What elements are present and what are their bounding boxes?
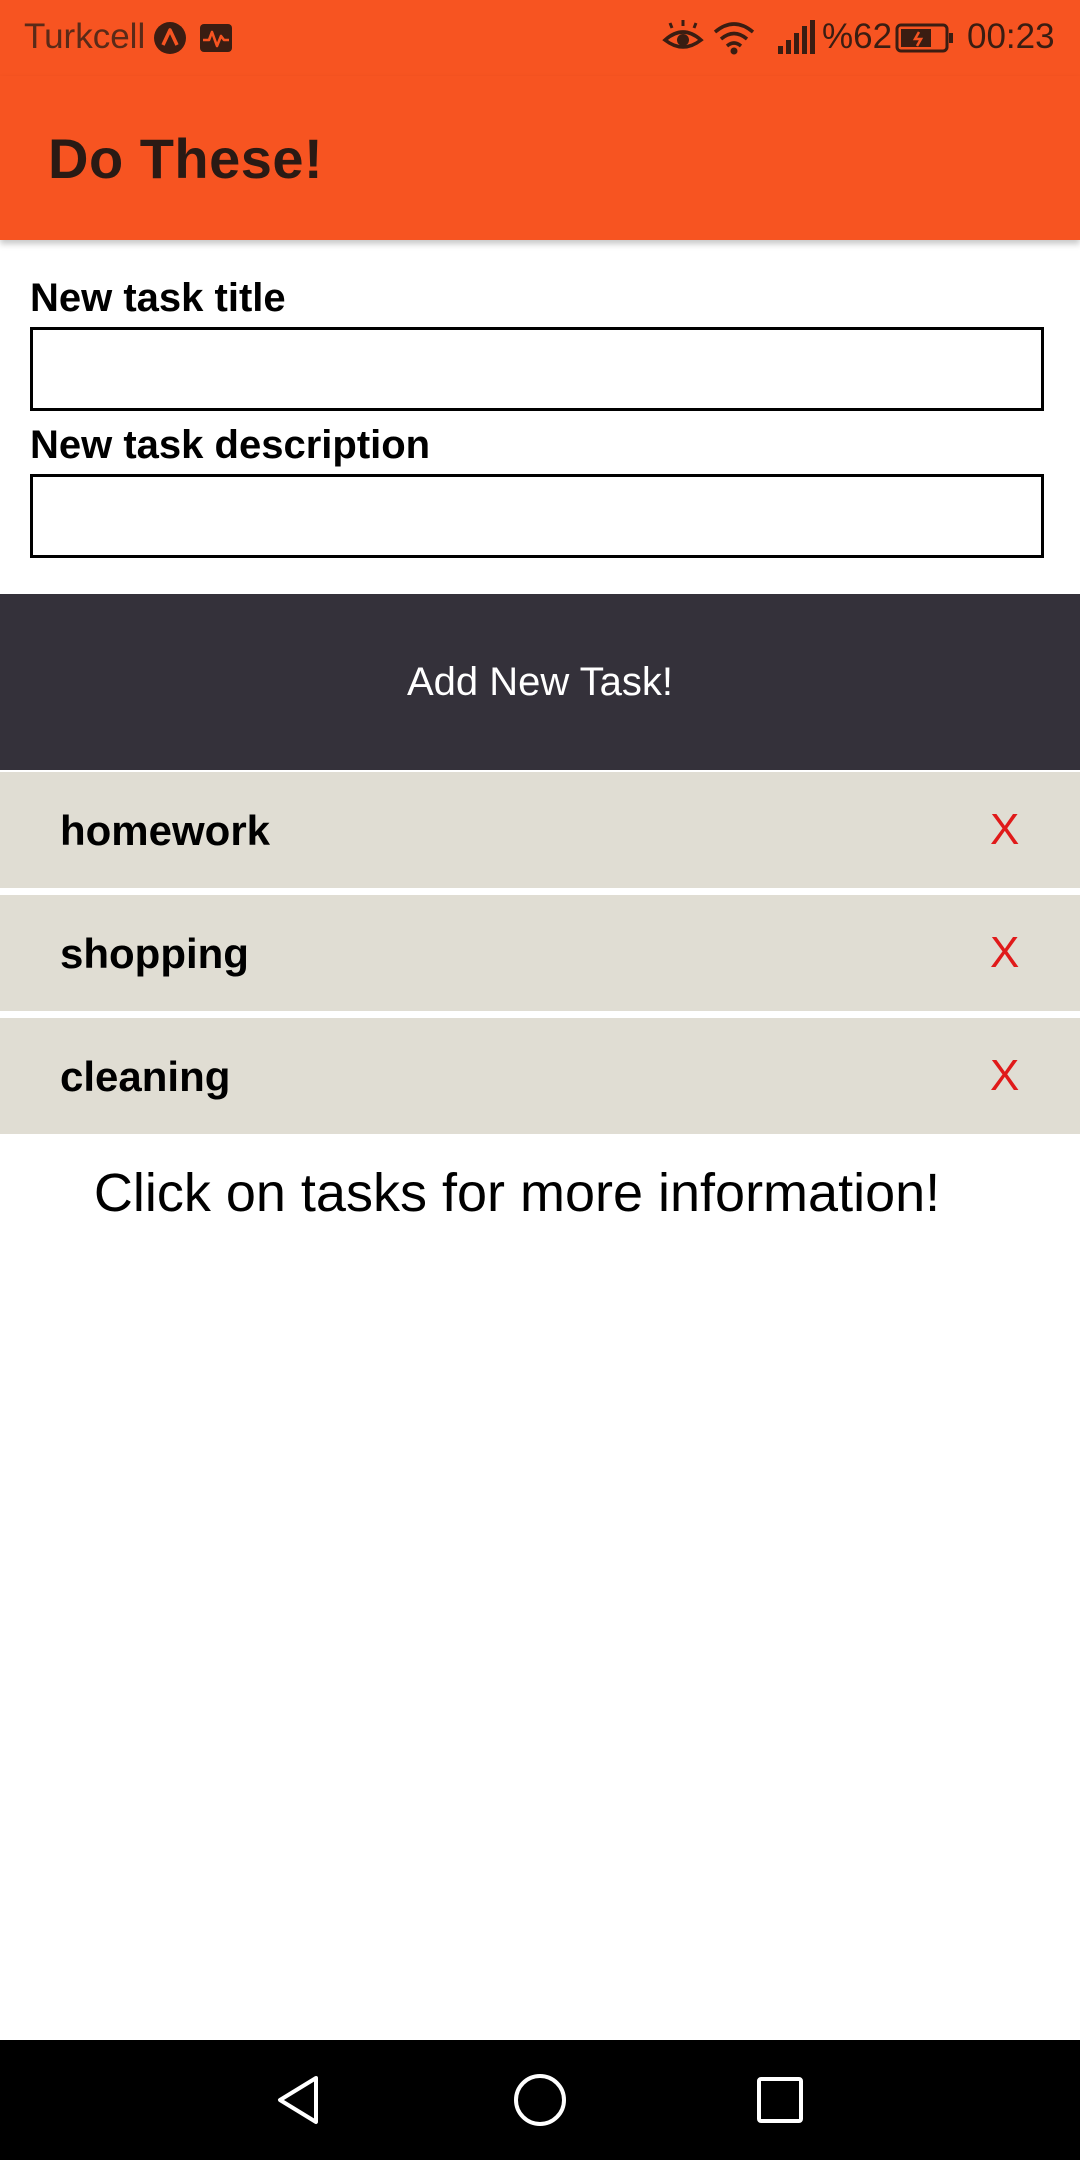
- recents-icon[interactable]: [750, 2070, 810, 2130]
- status-bar: Turkcell %62 00:23: [0, 0, 1080, 76]
- hint-text: Click on tasks for more information!: [93, 1163, 941, 1223]
- delete-task-button[interactable]: X: [990, 928, 1019, 978]
- vpn-icon: [152, 20, 188, 65]
- app-title: Do These!: [48, 127, 324, 190]
- clock: 00:23: [967, 17, 1055, 56]
- delete-task-button[interactable]: X: [990, 1051, 1019, 1101]
- task-description-label: New task description: [30, 423, 431, 467]
- task-title-input[interactable]: [30, 327, 1044, 411]
- add-task-button[interactable]: Add New Task!: [0, 594, 1080, 770]
- delete-task-button[interactable]: X: [990, 805, 1019, 855]
- back-icon[interactable]: [270, 2070, 330, 2130]
- task-item[interactable]: cleaning X: [0, 1018, 1080, 1134]
- app-bar: Do These!: [0, 76, 1080, 240]
- home-icon[interactable]: [510, 2070, 570, 2130]
- battery-icon: [895, 20, 955, 65]
- task-item[interactable]: homework X: [0, 772, 1080, 888]
- task-title: shopping: [60, 930, 249, 977]
- navigation-bar: [0, 2040, 1080, 2160]
- battery-percentage: %62: [822, 17, 893, 56]
- carrier-name: Turkcell: [24, 17, 146, 56]
- signal-icon: [776, 20, 816, 65]
- task-item[interactable]: shopping X: [0, 895, 1080, 1011]
- pulse-icon: [198, 20, 234, 65]
- task-title: homework: [60, 807, 271, 854]
- wifi-icon: [712, 20, 756, 65]
- task-description-input[interactable]: [30, 474, 1044, 558]
- task-title: cleaning: [60, 1053, 231, 1100]
- task-title-label: New task title: [30, 276, 286, 320]
- eye-comfort-icon: [662, 20, 704, 65]
